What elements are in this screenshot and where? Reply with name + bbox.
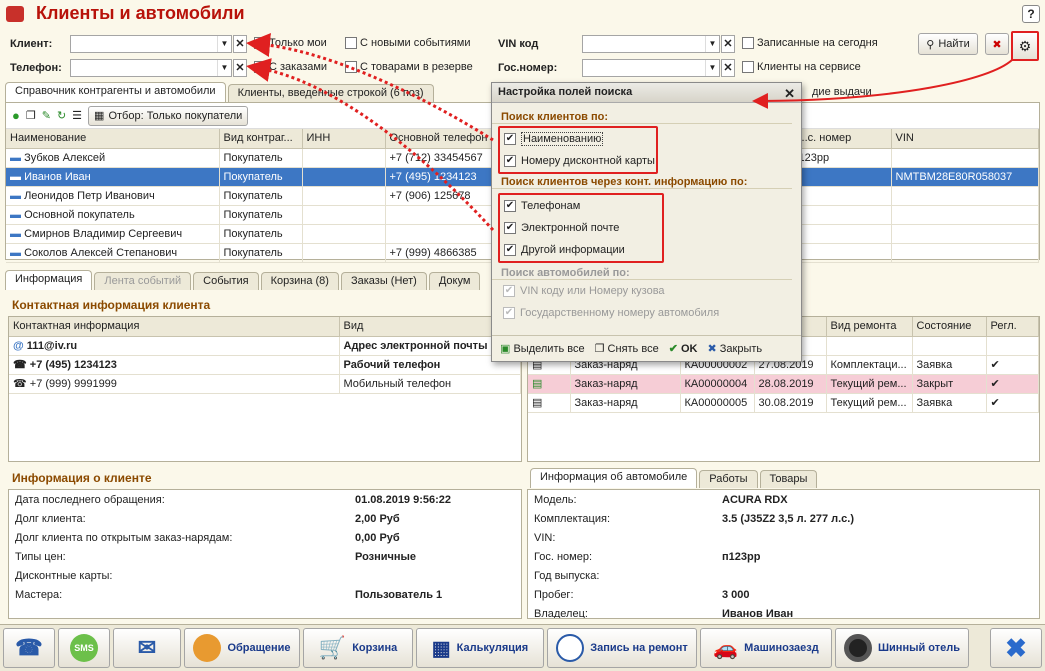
arrow-phone bbox=[246, 58, 495, 232]
annotation-arrows bbox=[246, 33, 1013, 232]
arrow-settings bbox=[752, 59, 1013, 109]
